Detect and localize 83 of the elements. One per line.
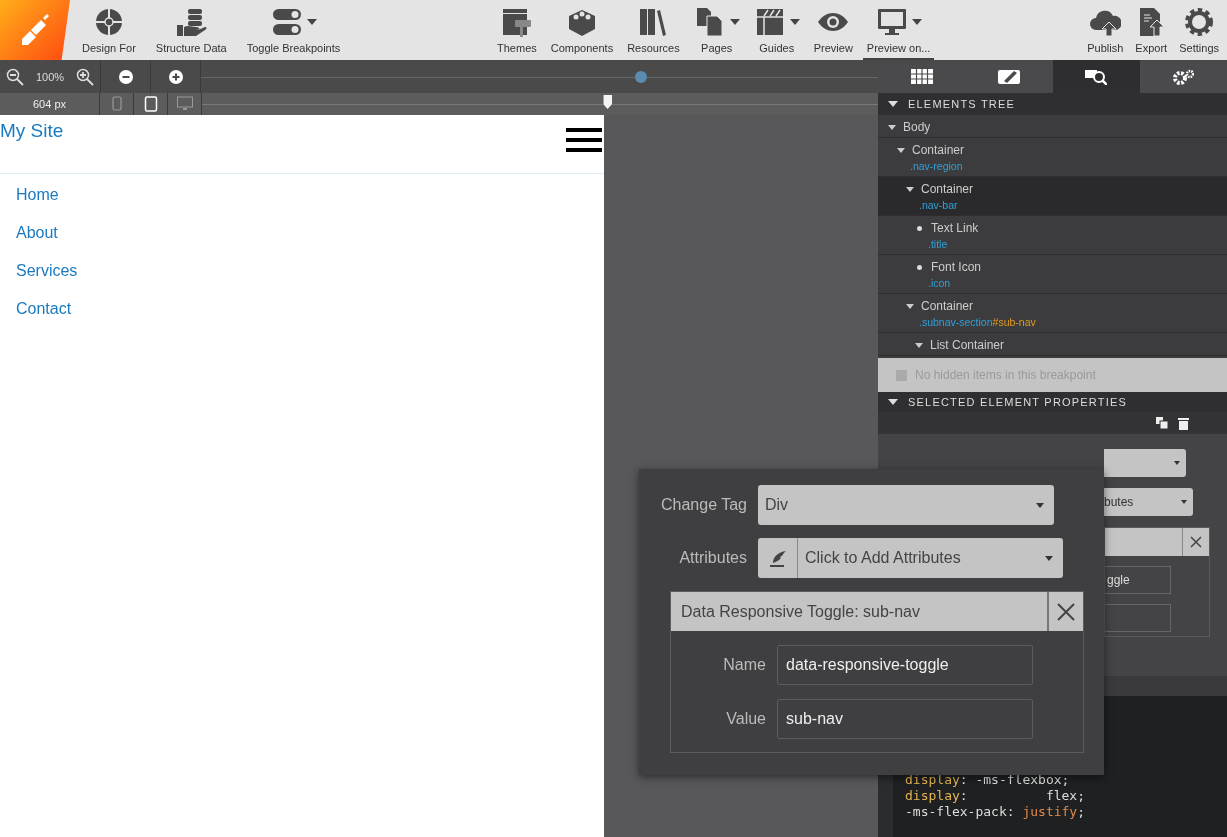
toolbar-button[interactable]: Structure Data <box>151 0 231 60</box>
app-logo[interactable] <box>0 0 70 60</box>
nav-link[interactable]: Services <box>16 260 604 281</box>
field-label: Value <box>725 710 766 728</box>
zoom-level: 100% <box>35 70 65 83</box>
bullet-icon <box>917 225 922 231</box>
feather-icon-button[interactable] <box>758 538 798 578</box>
code-line: display: flex; <box>905 788 1086 804</box>
grid-icon <box>910 68 933 85</box>
toolbar-button[interactable]: Guides <box>749 0 804 60</box>
minus-circle-icon[interactable] <box>118 69 133 84</box>
bullet-icon <box>917 264 922 270</box>
caret-icon[interactable] <box>888 124 896 130</box>
zoom-in-icon[interactable] <box>76 67 94 86</box>
toolbar-button[interactable]: Pages <box>689 0 744 60</box>
tree-item-label: Container <box>912 143 965 157</box>
duplicate-icon[interactable] <box>1156 417 1168 429</box>
toolbar-button[interactable]: Settings <box>1175 0 1223 60</box>
section-header[interactable]: SELECTED ELEMENT PROPERTIES <box>878 392 1227 412</box>
section-header[interactable]: ELEMENTS TREE <box>878 93 1227 115</box>
checkbox[interactable] <box>896 369 907 381</box>
menu-icon[interactable] <box>566 127 602 153</box>
hand-stack-icon <box>175 6 208 38</box>
tree-item-class: .subnav-section#sub-nav <box>918 315 1037 329</box>
nav-link[interactable]: About <box>16 222 604 243</box>
nav-link[interactable]: Contact <box>16 298 604 319</box>
input-field[interactable]: ggle <box>1105 566 1171 594</box>
input-field[interactable] <box>1105 604 1171 632</box>
panel-tab[interactable] <box>1052 60 1140 93</box>
trash-icon[interactable] <box>1178 416 1189 430</box>
code-line: display: -ms-flexbox; <box>905 772 1071 788</box>
panel-tab[interactable] <box>965 60 1053 93</box>
dropdown[interactable]: butes <box>1104 488 1193 516</box>
toolbar-button[interactable]: Toggle Breakpoints <box>242 0 345 60</box>
slider-thumb[interactable] <box>635 70 648 83</box>
window-roller-icon <box>500 6 533 38</box>
gears-icon <box>1173 69 1195 85</box>
tree-item-class: .title <box>927 237 949 251</box>
code-line: -ms-flex-pack: justify; <box>905 804 1086 820</box>
attributes-dropdown[interactable]: Click to Add Attributes <box>798 538 1063 578</box>
field-label: Change Tag <box>660 496 747 514</box>
toolbar-button[interactable]: Resources <box>623 0 684 60</box>
caret-icon[interactable] <box>915 342 923 348</box>
zoom-out-icon[interactable] <box>5 67 24 86</box>
name-field[interactable]: data-responsive-toggle <box>777 645 1033 685</box>
slider-thumb[interactable] <box>603 95 613 109</box>
tree-item-class: .nav-bar <box>918 198 959 212</box>
tree-item-class: .icon <box>927 276 952 290</box>
nav-link[interactable]: Home <box>16 184 604 205</box>
feather-icon <box>767 548 788 568</box>
toggle-switches-icon <box>270 6 303 38</box>
field-label: Name <box>722 656 766 674</box>
tree-item-label: Font Icon <box>931 260 982 274</box>
tablet-icon[interactable] <box>142 96 159 112</box>
panel-tab[interactable] <box>1139 60 1227 93</box>
close-icon[interactable] <box>1047 592 1083 631</box>
site-title[interactable]: My Site <box>0 120 64 142</box>
settings-icon <box>1183 6 1216 38</box>
caret-icon[interactable] <box>897 147 905 153</box>
field-label: Attributes <box>678 549 747 567</box>
attribute-title: Data Responsive Toggle: sub-nav <box>671 592 1047 631</box>
toolbar-button[interactable]: Design For <box>78 0 140 60</box>
search-icon <box>1085 69 1108 85</box>
tree-item-label: Container <box>921 182 974 196</box>
tree-item[interactable]: Container .nav-bar <box>878 177 1227 216</box>
tree-item-class: .nav-region <box>909 159 964 173</box>
toolbar-button[interactable]: Export <box>1131 0 1172 60</box>
toolbar-button[interactable]: Themes <box>493 0 541 60</box>
tree-item-label: Body <box>903 120 931 134</box>
caret-icon[interactable] <box>906 303 914 309</box>
close-icon[interactable] <box>1182 528 1209 556</box>
tree-item-label: Text Link <box>931 221 979 235</box>
plus-circle-icon[interactable] <box>168 69 183 84</box>
tree-item-label: Container <box>921 299 974 313</box>
value-field[interactable]: sub-nav <box>777 699 1033 739</box>
caret-icon[interactable] <box>906 186 914 192</box>
tree-item-label: List Container <box>930 338 1005 352</box>
toolbar-button[interactable]: Preview <box>809 0 857 60</box>
pencil-card-icon <box>997 69 1020 84</box>
monitor-icon <box>875 6 908 38</box>
tag-dropdown[interactable]: Div <box>758 485 1054 525</box>
toolbar-button[interactable]: Publish <box>1083 0 1128 60</box>
toolbar-button[interactable]: Components <box>546 0 618 60</box>
